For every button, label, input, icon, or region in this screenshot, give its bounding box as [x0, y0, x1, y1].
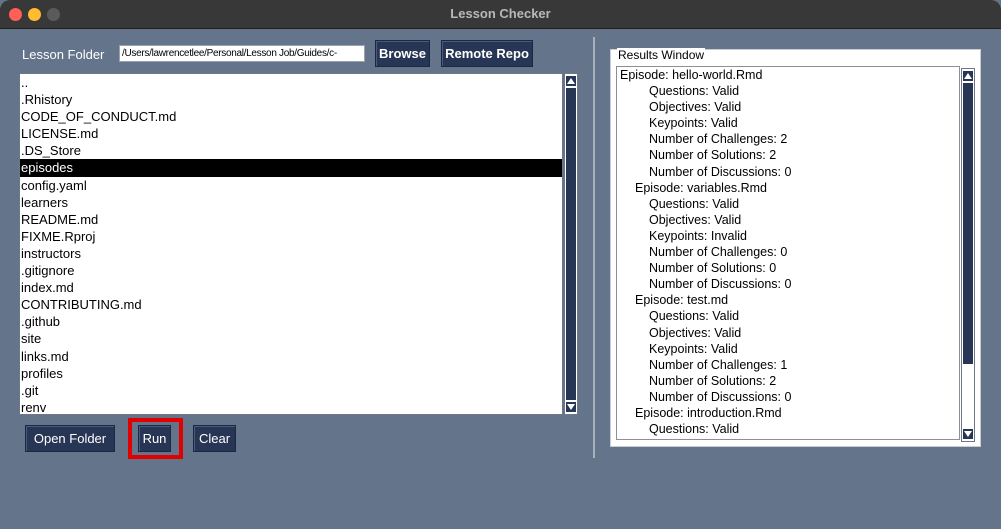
scroll-down-arrow-icon[interactable]: [963, 429, 973, 439]
title-bar: Lesson Checker: [0, 0, 1001, 29]
result-line: Number of Solutions: 2: [649, 148, 777, 163]
file-list-item[interactable]: episodes: [20, 159, 562, 177]
result-line: Objectives: Valid: [649, 212, 742, 227]
result-line: Number of Discussions: 0: [649, 164, 792, 179]
file-list-item[interactable]: links.md: [20, 348, 562, 365]
result-line: Number of Discussions: 0: [649, 389, 792, 404]
result-line: Episode: variables.Rmd: [635, 180, 768, 195]
scroll-down-arrow-icon[interactable]: [566, 402, 576, 412]
file-list-item[interactable]: LICENSE.md: [20, 125, 562, 142]
result-line: Objectives: Valid: [649, 325, 742, 340]
lesson-folder-label: Lesson Folder: [22, 47, 105, 62]
file-list-item[interactable]: .git: [20, 382, 562, 399]
file-list[interactable]: .. .Rhistory CODE_OF_CONDUCT.md LICENSE.md.…: [19, 73, 563, 415]
file-list-item[interactable]: renv: [20, 399, 562, 414]
results-scroll-thumb[interactable]: [963, 83, 973, 364]
results-scrollbar[interactable]: [961, 68, 975, 442]
result-line: Keypoints: Invalid: [649, 228, 747, 243]
result-line: Keypoints: Valid: [649, 341, 738, 356]
file-list-item[interactable]: CODE_OF_CONDUCT.md: [20, 108, 562, 125]
result-line: Keypoints: Valid: [649, 116, 738, 131]
file-list-scrollbar[interactable]: [564, 73, 578, 415]
result-line: Number of Challenges: 0: [649, 245, 788, 260]
panel-divider: [593, 37, 595, 458]
file-list-item[interactable]: profiles: [20, 365, 562, 382]
file-list-item[interactable]: ..: [20, 74, 562, 91]
file-list-item[interactable]: CONTRIBUTING.md: [20, 296, 562, 313]
file-list-item[interactable]: .github: [20, 313, 562, 330]
result-line: Questions: Valid: [649, 309, 740, 324]
result-line: Questions: Valid: [649, 84, 740, 99]
result-line: Episode: introduction.Rmd: [635, 405, 782, 420]
results-output[interactable]: Episode: hello-world.Rmd Questions: Valid…: [616, 66, 960, 440]
result-line: Objectives: Valid: [649, 100, 742, 115]
clear-button[interactable]: Clear: [193, 425, 236, 452]
window-title: Lesson Checker: [450, 6, 551, 21]
result-line: Number of Discussions: 0: [649, 277, 792, 292]
remote-repo-button[interactable]: Remote Repo: [441, 40, 533, 67]
file-list-item[interactable]: index.md: [20, 279, 562, 296]
browse-button[interactable]: Browse: [375, 40, 430, 67]
open-folder-button[interactable]: Open Folder: [25, 425, 115, 452]
results-window-legend: Results Window: [617, 48, 706, 62]
results-window-frame: Results Window Episode: hello-world.Rmd Q…: [610, 48, 981, 447]
result-line: Number of Solutions: 2: [649, 373, 777, 388]
file-list-item[interactable]: .DS_Store: [20, 142, 562, 159]
file-list-item[interactable]: instructors: [20, 245, 562, 262]
main-window: Lesson Folder /Users/lawrencetlee/Person…: [0, 29, 1001, 529]
scroll-up-arrow-icon[interactable]: [963, 71, 973, 81]
file-list-item[interactable]: .gitignore: [20, 262, 562, 279]
file-list-item[interactable]: README.md: [20, 211, 562, 228]
file-list-scroll-thumb[interactable]: [566, 88, 576, 400]
result-line: Number of Challenges: 1: [649, 357, 788, 372]
file-list-item[interactable]: config.yaml: [20, 177, 562, 194]
result-line: Episode: hello-world.Rmd: [620, 68, 763, 82]
lesson-folder-path-input[interactable]: /Users/lawrencetlee/Personal/Lesson Job/…: [119, 45, 365, 62]
scroll-up-arrow-icon[interactable]: [566, 76, 576, 86]
file-list-item[interactable]: .Rhistory: [20, 91, 562, 108]
file-list-item[interactable]: learners: [20, 194, 562, 211]
result-line: Questions: Valid: [649, 196, 740, 211]
result-line: Episode: test.md: [635, 293, 729, 308]
result-line: Number of Challenges: 2: [649, 132, 788, 147]
result-line: Number of Solutions: 0: [649, 261, 777, 276]
file-list-item[interactable]: site: [20, 330, 562, 347]
run-button[interactable]: Run: [138, 425, 171, 452]
file-list-item[interactable]: FIXME.Rproj: [20, 228, 562, 245]
result-line: Questions: Valid: [649, 422, 740, 437]
